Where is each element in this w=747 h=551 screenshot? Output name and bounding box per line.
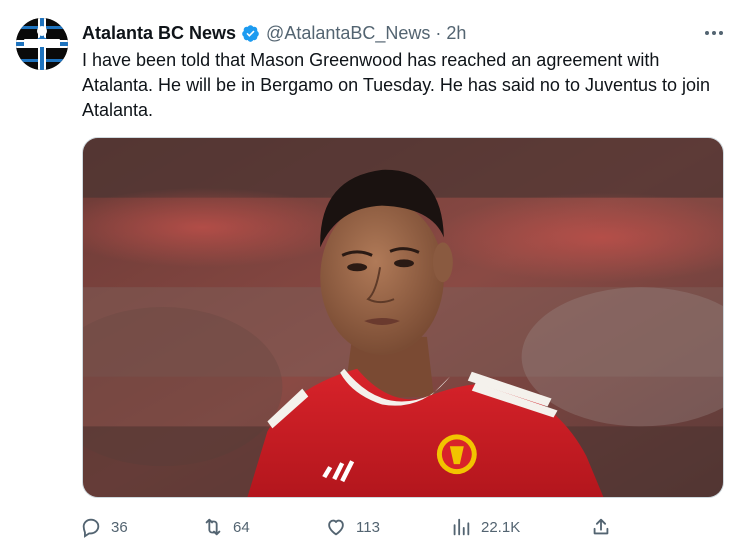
views-count: 22.1K [481,518,521,536]
author-handle[interactable]: @AtalantaBC_News [266,23,430,44]
author-name[interactable]: Atalanta BC News [82,23,236,44]
avatar[interactable] [16,18,68,70]
reply-count: 36 [111,518,128,536]
retweet-count: 64 [233,518,250,536]
avatar-logo-icon [16,18,68,70]
footballer-photo-image [83,138,723,497]
reply-button[interactable]: 36 [80,512,128,542]
tweet-text: I have been told that Mason Greenwood ha… [82,50,711,120]
tweet-header: Atalanta BC News @AtalantaBC_News · 2h [82,20,466,46]
retweet-button[interactable]: 64 [202,512,250,542]
reply-icon [82,518,100,538]
retweet-icon [205,518,221,536]
heart-icon [328,519,344,536]
more-options-button[interactable] [702,24,726,42]
tweet-time[interactable]: 2h [446,23,466,44]
verified-badge-icon[interactable] [241,24,260,43]
like-button[interactable]: 113 [325,512,380,542]
share-button[interactable] [590,512,612,542]
separator-dot: · [435,22,442,43]
like-count: 113 [356,518,380,536]
more-horizontal-icon [712,31,716,35]
views-button[interactable]: 22.1K [450,512,520,542]
tweet-media-photo[interactable] [82,137,724,498]
tweet[interactable]: Atalanta BC News @AtalantaBC_News · 2h I… [0,0,747,551]
views-icon [453,518,470,536]
share-icon [593,518,609,535]
more-horizontal-icon [705,31,709,35]
tweet-actions: 36 64 113 22.1K [80,512,620,542]
more-horizontal-icon [719,31,723,35]
